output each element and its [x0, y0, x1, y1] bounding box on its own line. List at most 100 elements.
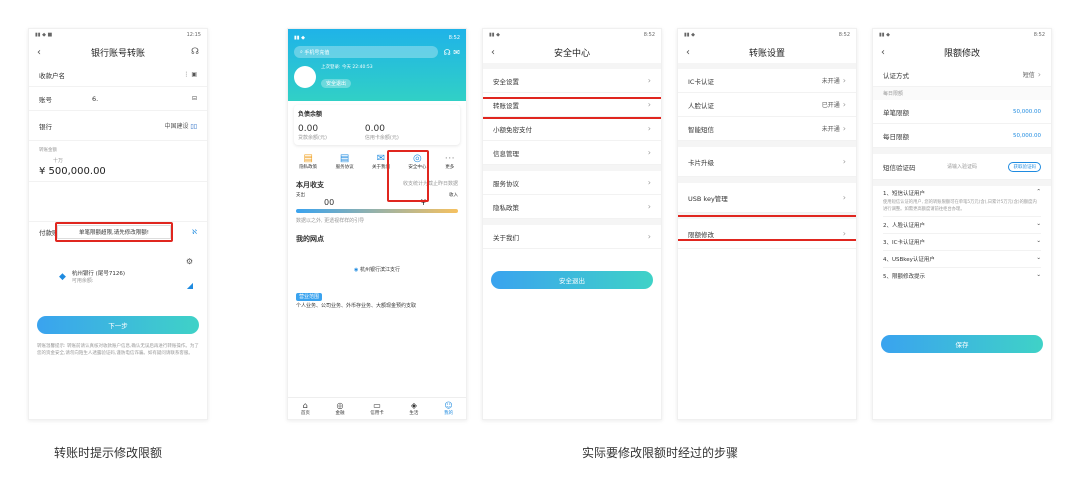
screen-security-center: ▮▮ ◆ 8:52 ‹ 安全中心 安全设置 › 转账设置 › 小额免密支付 › 信息管理 ›…	[482, 28, 662, 420]
shortcut-grid: ▤ 隐私政策 ▤ 服务协议 ✉ 关于我们 ◎ 安全中心 ⋯ 更多	[288, 149, 466, 174]
chevron-down-icon: ⌄	[1036, 272, 1041, 278]
auth-method-row[interactable]: 认证方式 短信 ›	[873, 63, 1051, 87]
header-banner: ▮▮ ◆ 8:52 ⌕ 手机号充值 ☊ ✉ 上次登录: 今天 22:40:53 安…	[288, 29, 466, 101]
nav-bar: ‹ 银行账号转账 ☊	[29, 41, 207, 63]
account-row[interactable]: 账号 6. ⊟	[29, 87, 207, 111]
page-title: 银行账号转账	[90, 48, 145, 59]
back-icon[interactable]: ‹	[686, 47, 690, 58]
chevron-up-icon: ⌃	[1036, 189, 1041, 195]
highlight-security	[387, 150, 429, 202]
chevron-right-icon: ›	[647, 76, 651, 85]
accordion-item-sms[interactable]: 1、短信认证用户 ⌃	[883, 189, 1041, 197]
accordion: 1、短信认证用户 ⌃ 使用短信认证的用户, 您的转账限额可在单笔5万元(含),日累…	[873, 186, 1051, 287]
save-button[interactable]: 保存	[881, 335, 1043, 353]
back-icon[interactable]: ‹	[37, 47, 41, 58]
back-icon[interactable]: ‹	[881, 47, 885, 58]
card-icon: ◆	[59, 271, 66, 282]
chevron-right-icon: ›	[1037, 70, 1041, 79]
single-limit-field[interactable]: 单笔限额 50,000.00	[873, 100, 1051, 124]
tab-life[interactable]: ◈ 生活	[409, 401, 418, 416]
highlight-limit-modify	[678, 215, 856, 241]
sms-code-input[interactable]: 请输入验证码	[947, 163, 977, 170]
safe-exit-button[interactable]: 安全退出	[321, 79, 352, 88]
payee-row[interactable]: 收款户名 ⋮ ▣	[29, 63, 207, 87]
chevron-right-icon: ›	[647, 178, 651, 187]
tab-credit[interactable]: ▭ 信用卡	[370, 401, 384, 416]
message-icon[interactable]: ☊ ✉	[444, 48, 460, 57]
accordion-item-face[interactable]: 2、人脸认证用户 ⌄	[883, 216, 1041, 233]
chevron-right-icon: ›	[647, 232, 651, 241]
chevron-right-icon: ›	[647, 148, 651, 157]
next-button[interactable]: 下一步	[37, 316, 199, 334]
balance-card: 负债余额 0.00 贷款余额(元) 0.00 信用卡余额(元)	[294, 105, 460, 145]
shortcut-privacy[interactable]: ▤ 隐私政策	[299, 153, 317, 170]
card-item[interactable]: ◆ 杭州银行 (尾号7126) 可用余额:	[59, 269, 125, 284]
menu-service-agreement[interactable]: 服务协议 ›	[483, 171, 661, 195]
menu-about[interactable]: 关于我们 ›	[483, 225, 661, 249]
note-field[interactable]	[29, 182, 207, 222]
tab-bar: ⌂ 首页 ◎ 金融 ▭ 信用卡 ◈ 生活 ☺ 我的	[288, 397, 466, 419]
sms-code-row: 短信验证码 请输入验证码 获取验证码	[873, 154, 1051, 180]
exit-button[interactable]: 安全退出	[491, 271, 653, 289]
tab-mine[interactable]: ☺ 我的	[444, 401, 453, 416]
amount-field[interactable]: 转账金额 十万 ¥ 500,000.00	[29, 141, 207, 182]
caption-right: 实际要修改限额时经过的步骤	[582, 446, 739, 460]
bank-row[interactable]: 银行 中国建设 ▯▯	[29, 111, 207, 141]
chevron-right-icon: ›	[842, 124, 846, 133]
menu-small-payment[interactable]: 小额免密支付 ›	[483, 117, 661, 141]
setting-card-upgrade[interactable]: 卡片升级 ›	[678, 147, 856, 177]
menu-info-management[interactable]: 信息管理 ›	[483, 141, 661, 165]
location-icon: ◉	[354, 267, 359, 273]
chevron-right-icon: ›	[842, 193, 846, 202]
shortcut-more[interactable]: ⋯ 更多	[445, 153, 455, 170]
highlight-transfer-settings	[483, 97, 661, 119]
accordion-item-usbkey[interactable]: 4、USBkey认证用户 ⌄	[883, 250, 1041, 267]
scan-icon[interactable]: ⊟	[192, 95, 197, 102]
page-title: 转账设置	[748, 48, 785, 59]
caption-left: 转账时提示修改限额	[54, 446, 163, 460]
menu-privacy[interactable]: 隐私政策 ›	[483, 195, 661, 219]
setting-usb-key[interactable]: USB key管理 ›	[678, 183, 856, 213]
contact-icon[interactable]: ⋮ ▣	[183, 71, 197, 78]
setting-sms[interactable]: 智能短信 未开通 ›	[678, 117, 856, 141]
chevron-down-icon: ⌄	[1036, 255, 1041, 261]
page-title: 限额修改	[943, 48, 980, 59]
search-input[interactable]: ⌕ 手机号充值	[294, 46, 438, 58]
avatar[interactable]	[294, 65, 316, 88]
business-info: 营业范围 个人业务、公司业务、外币存业务、大额现金预约支取	[296, 293, 417, 309]
get-code-button[interactable]: 获取验证码	[1008, 161, 1041, 172]
chevron-right-icon: ›	[842, 100, 846, 109]
chevron-right-icon: ›	[647, 124, 651, 133]
month-header: 本月收支 收支统计为截止昨日数据	[296, 181, 458, 189]
accordion-item-ic[interactable]: 3、IC卡认证用户 ⌄	[883, 233, 1041, 250]
status-bar: ▮▮ ◆ ■ 12:15	[35, 32, 201, 38]
gear-icon[interactable]: ⚙	[186, 257, 193, 266]
triangle-icon[interactable]: ◢	[187, 281, 193, 290]
income-bar	[296, 209, 458, 213]
daily-limit-field[interactable]: 每日限额 50,000.00	[873, 124, 1051, 148]
screen-home: ▮▮ ◆ 8:52 ⌕ 手机号充值 ☊ ✉ 上次登录: 今天 22:40:53 安…	[287, 28, 467, 420]
setting-ic-card[interactable]: IC卡认证 未开通 ›	[678, 69, 856, 93]
back-icon[interactable]: ‹	[491, 47, 495, 58]
headset-icon[interactable]: ☊	[191, 47, 199, 57]
screen-transfer-settings: ▮▮ ◆ 8:52 ‹ 转账设置 IC卡认证 未开通 › 人脸认证 已开通 › 智能短信 未开…	[677, 28, 857, 420]
chevron-down-icon: ⌄	[1036, 238, 1041, 244]
chevron-right-icon: ›	[842, 157, 846, 166]
chevron-down-icon: ⌄	[1036, 221, 1041, 227]
chevron-right-icon: ›	[647, 202, 651, 211]
switch-icon[interactable]: ℵ	[192, 228, 197, 236]
setting-face[interactable]: 人脸认证 已开通 ›	[678, 93, 856, 117]
screen-limit-modify: ▮▮ ◆ 8:52 ‹ 限额修改 认证方式 短信 › 每日限额 单笔限额 50,000.0…	[872, 28, 1052, 420]
menu-security-settings[interactable]: 安全设置 ›	[483, 69, 661, 93]
transfer-notice: 转账温馨提示: 转账前请认真核对收款账户信息,确认无误后再进行转账操作。为了您的…	[37, 344, 199, 356]
bank-logo-icon: ▯▯	[190, 123, 197, 130]
chevron-right-icon: ›	[842, 76, 846, 85]
branch-marker[interactable]: ◉ 杭州银行滨江支行	[288, 266, 466, 273]
highlight-toast	[55, 222, 173, 242]
shortcut-service[interactable]: ▤ 服务协议	[336, 153, 354, 170]
tab-home[interactable]: ⌂ 首页	[301, 401, 310, 416]
tab-finance[interactable]: ◎ 金融	[336, 401, 345, 416]
screen-transfer: ▮▮ ◆ ■ 12:15 ‹ 银行账号转账 ☊ 收款户名 ⋮ ▣ 账号 6. ⊟ 银行中…	[28, 28, 208, 420]
accordion-item-tips[interactable]: 5、限额修改提示 ⌄	[883, 267, 1041, 284]
page-title: 安全中心	[553, 48, 590, 59]
